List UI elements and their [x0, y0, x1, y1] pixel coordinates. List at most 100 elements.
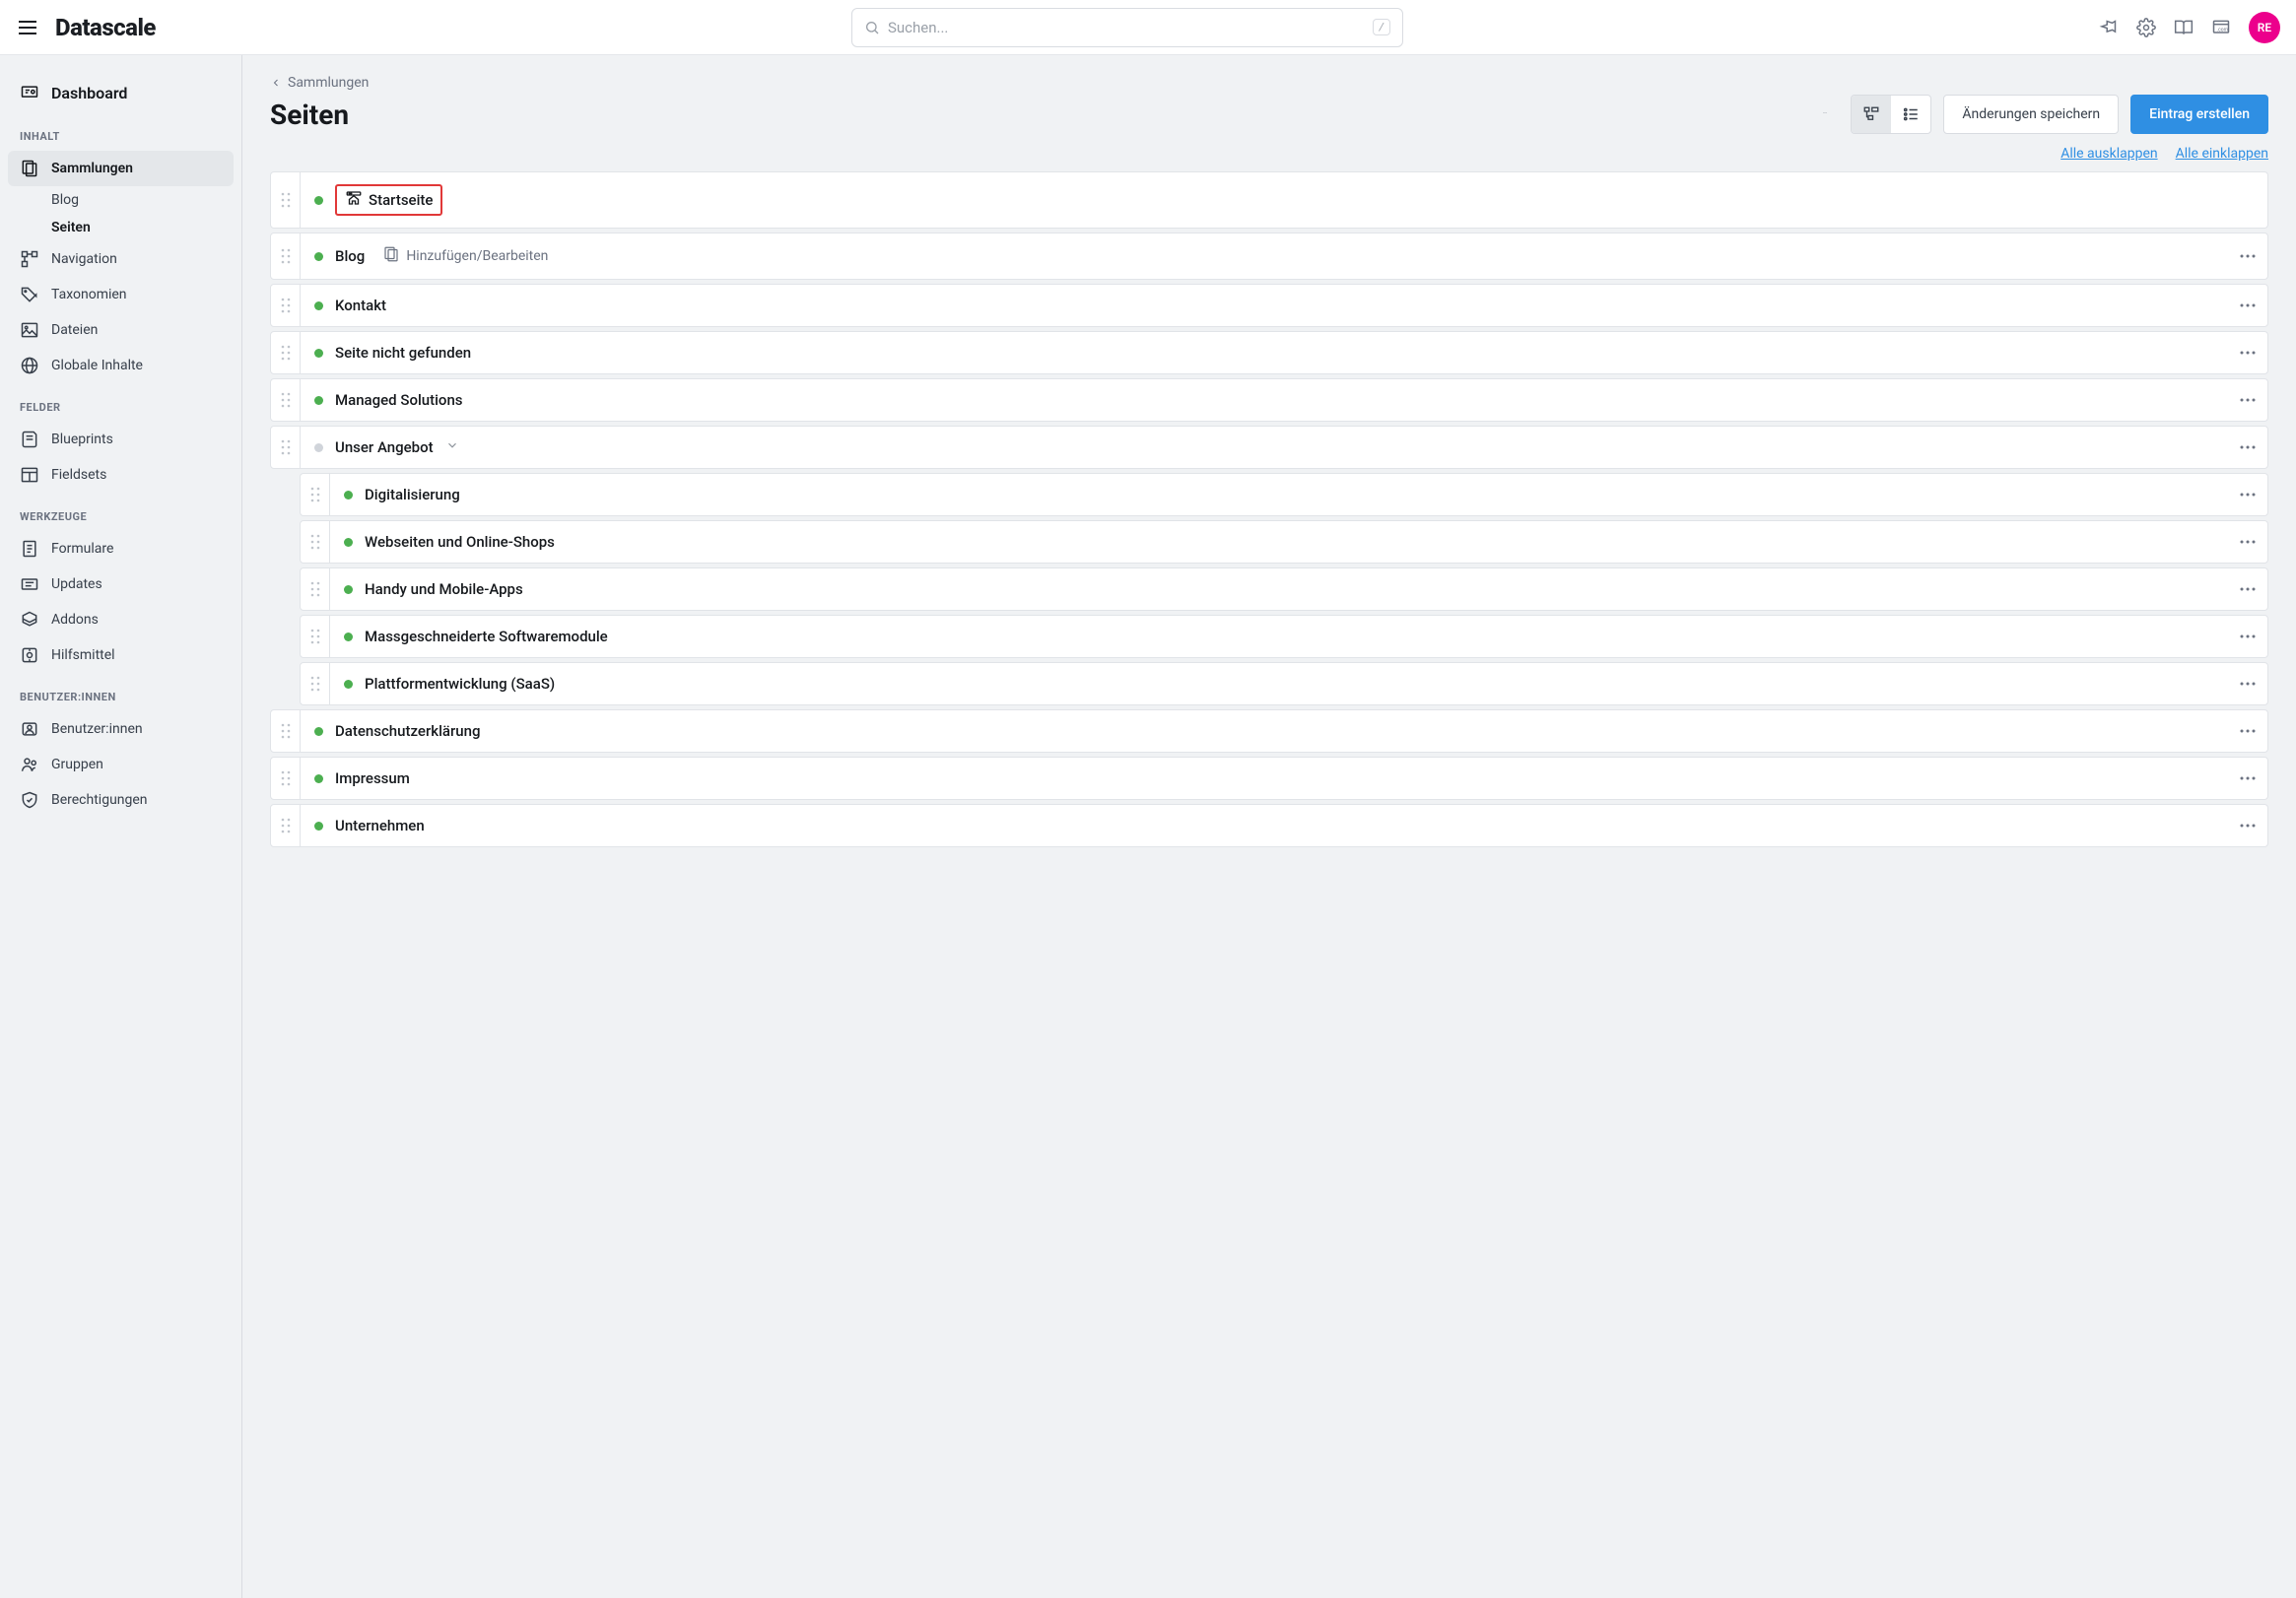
gear-icon[interactable] [2136, 18, 2156, 37]
drag-handle[interactable] [271, 758, 301, 799]
sidebar-item-fieldsets[interactable]: Fieldsets [8, 457, 234, 493]
sidebar-item-label: Addons [51, 612, 99, 628]
status-dot [344, 538, 353, 547]
list-view-button[interactable] [1891, 96, 1930, 133]
sidebar-item-label: Taxonomien [51, 287, 127, 302]
search-input[interactable] [888, 19, 1365, 36]
menu-toggle[interactable] [16, 16, 39, 39]
row-more-button[interactable] [2228, 634, 2267, 638]
page-title-link[interactable]: Plattformentwicklung (SaaS) [365, 675, 555, 693]
drag-handle[interactable] [271, 427, 301, 468]
status-dot [314, 196, 323, 205]
book-icon[interactable] [2174, 18, 2194, 37]
drag-handle[interactable] [271, 233, 301, 279]
search-kbd-hint: / [1373, 19, 1390, 35]
drag-handle[interactable] [301, 521, 330, 563]
page-title-link[interactable]: Handy und Mobile-Apps [365, 580, 523, 598]
sidebar-item-addons[interactable]: Addons [8, 602, 234, 637]
status-dot [314, 822, 323, 831]
drag-handle[interactable] [301, 568, 330, 610]
tree-row-body: Unternehmen [301, 805, 2228, 846]
sidebar-item-gruppen[interactable]: Gruppen [8, 747, 234, 782]
create-entry-button[interactable]: Eintrag erstellen [2130, 95, 2268, 134]
chevron-down-icon[interactable] [445, 438, 459, 456]
row-more-button[interactable] [2228, 776, 2267, 780]
drag-handle[interactable] [271, 285, 301, 326]
sidebar-item-label: Updates [51, 576, 102, 592]
pin-icon[interactable] [2099, 18, 2119, 37]
page-title-link[interactable]: Kontakt [335, 297, 386, 314]
sidebar-subitem-seiten[interactable]: Seiten [8, 214, 234, 241]
tree-row-body: Webseiten und Online-Shops [330, 521, 2228, 563]
tree-row-body: Impressum [301, 758, 2228, 799]
page-title-link[interactable]: Massgeschneiderte Softwaremodule [365, 628, 608, 645]
sidebar-item-blueprints[interactable]: Blueprints [8, 422, 234, 457]
sidebar-item-berechtigungen[interactable]: Berechtigungen [8, 782, 234, 818]
row-more-button[interactable] [2228, 351, 2267, 355]
status-dot [344, 585, 353, 594]
page-title-link[interactable]: Impressum [335, 769, 410, 787]
drag-handle[interactable] [301, 616, 330, 657]
sidebar-item-navigation[interactable]: Navigation [8, 241, 234, 277]
site-icon[interactable]: .com [2211, 18, 2231, 37]
sidebar-item-benutzer[interactable]: Benutzer:innen [8, 711, 234, 747]
page-title-link[interactable]: Startseite [369, 191, 433, 209]
page-title-link[interactable]: Webseiten und Online-Shops [365, 533, 555, 551]
page-title-link[interactable]: Unternehmen [335, 817, 425, 834]
tree-row-body: Handy und Mobile-Apps [330, 568, 2228, 610]
row-more-button[interactable] [2228, 445, 2267, 449]
drag-handle[interactable] [301, 474, 330, 515]
add-edit-link[interactable]: Hinzufügen/Bearbeiten [382, 245, 548, 267]
tree-row-body: Digitalisierung [330, 474, 2228, 515]
drag-handle[interactable] [271, 332, 301, 373]
page-title-link[interactable]: Seite nicht gefunden [335, 344, 471, 362]
row-more-button[interactable] [2228, 303, 2267, 307]
sidebar-item-hilfsmittel[interactable]: Hilfsmittel [8, 637, 234, 673]
tree-view-button[interactable] [1852, 96, 1891, 133]
row-more-button[interactable] [2228, 540, 2267, 544]
expand-all-link[interactable]: Alle ausklappen [2060, 146, 2157, 162]
sidebar-item-label: Sammlungen [51, 161, 133, 176]
row-more-button[interactable] [2228, 254, 2267, 258]
page-title-link[interactable]: Managed Solutions [335, 391, 463, 409]
row-more-button[interactable] [2228, 682, 2267, 686]
drag-handle[interactable] [271, 805, 301, 846]
breadcrumb[interactable]: Sammlungen [270, 75, 2268, 91]
sidebar-item-dateien[interactable]: Dateien [8, 312, 234, 348]
sidebar-item-sammlungen[interactable]: Sammlungen [8, 151, 234, 186]
row-more-button[interactable] [2228, 587, 2267, 591]
drag-handle[interactable] [301, 663, 330, 704]
page-title-link[interactable]: Datenschutzerklärung [335, 722, 480, 740]
tree-row-body: Datenschutzerklärung [301, 710, 2228, 752]
row-more-button[interactable] [2228, 729, 2267, 733]
row-more-button[interactable] [2228, 493, 2267, 497]
row-more-button[interactable] [2228, 398, 2267, 402]
page-title-link[interactable]: Digitalisierung [365, 486, 460, 503]
collapse-all-link[interactable]: Alle einklappen [2176, 146, 2268, 162]
sidebar-item-updates[interactable]: Updates [8, 566, 234, 602]
sidebar-subitem-blog[interactable]: Blog [8, 186, 234, 214]
save-button[interactable]: Änderungen speichern [1943, 95, 2119, 134]
sidebar-item-globale[interactable]: Globale Inhalte [8, 348, 234, 383]
drag-handle[interactable] [271, 710, 301, 752]
tag-icon [20, 285, 39, 304]
status-dot [314, 252, 323, 261]
page-title-link[interactable]: Blog [335, 247, 365, 265]
avatar[interactable]: RE [2249, 12, 2280, 43]
drag-handle[interactable] [271, 379, 301, 421]
sidebar-item-formulare[interactable]: Formulare [8, 531, 234, 566]
tree-icon [1862, 105, 1880, 123]
status-dot [314, 349, 323, 358]
tree-row: Seite nicht gefunden [270, 331, 2268, 374]
page-options-button[interactable] [1811, 100, 1839, 128]
sidebar-item-taxonomien[interactable]: Taxonomien [8, 277, 234, 312]
tree-row: Unternehmen [270, 804, 2268, 847]
search-box[interactable]: / [851, 8, 1403, 47]
sidebar-item-dashboard[interactable]: Dashboard [8, 73, 234, 112]
drag-handle[interactable] [271, 172, 301, 228]
tree-row: Digitalisierung [300, 473, 2268, 516]
fieldset-icon [20, 465, 39, 485]
page-title-link[interactable]: Unser Angebot [335, 438, 434, 456]
row-more-button[interactable] [2228, 824, 2267, 828]
home-page-badge[interactable]: Startseite [335, 184, 442, 216]
